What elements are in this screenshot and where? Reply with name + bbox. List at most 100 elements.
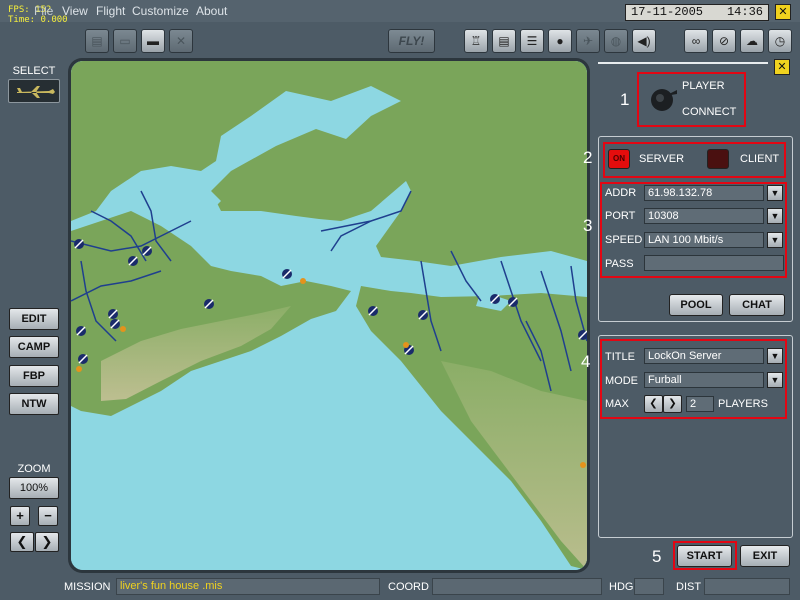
- dist-label: DIST: [676, 581, 702, 593]
- mode-field[interactable]: Furball: [644, 372, 764, 388]
- sound-button[interactable]: ◀): [632, 29, 656, 53]
- coord-label: COORD: [388, 581, 429, 593]
- binoculars-button[interactable]: ∞: [684, 29, 708, 53]
- chevron-down-icon: ▼: [770, 351, 780, 361]
- document-button[interactable]: ▤: [492, 29, 516, 53]
- arrow-right-icon: ❯: [41, 534, 53, 549]
- pass-field[interactable]: [644, 255, 784, 271]
- max-players-field[interactable]: 2: [686, 396, 714, 412]
- stop-icon: ⊘: [718, 34, 730, 48]
- addr-field[interactable]: 61.98.132.78: [644, 185, 764, 201]
- binoculars-icon: ∞: [691, 34, 701, 48]
- callout-2: 2: [583, 148, 593, 167]
- player-connect-switch[interactable]: [650, 86, 677, 112]
- zoom-label: ZOOM: [17, 463, 51, 475]
- sound-icon: ◀): [637, 34, 651, 48]
- new-file-icon: ▤: [91, 34, 103, 48]
- divider: [598, 62, 768, 64]
- open-mission-button[interactable]: ▭: [113, 29, 137, 53]
- open-folder-icon: ▭: [119, 34, 131, 48]
- arrow-right-icon: ❯: [668, 398, 677, 409]
- start-button[interactable]: START: [677, 545, 732, 567]
- new-mission-button[interactable]: ▤: [85, 29, 109, 53]
- aircraft-button[interactable]: ✈: [576, 29, 600, 53]
- zoom-in-button[interactable]: +: [10, 506, 30, 526]
- briefing-icon: ♖: [470, 34, 482, 48]
- fbp-button[interactable]: FBP: [9, 365, 59, 387]
- close-icon: ✕: [175, 34, 187, 48]
- menu-file[interactable]: File: [34, 4, 53, 18]
- callout-5: 5: [652, 547, 662, 566]
- close-panel-button[interactable]: ✕: [774, 59, 790, 75]
- port-field[interactable]: 10308: [644, 208, 764, 224]
- menu-bar: FPS: 152 Time: 0.000 File View Flight Cu…: [0, 0, 800, 25]
- mode-dropdown[interactable]: ▼: [767, 372, 783, 388]
- addr-dropdown[interactable]: ▼: [767, 185, 783, 201]
- callout-4: 4: [581, 352, 591, 371]
- server-toggle[interactable]: ON: [608, 149, 630, 169]
- zoom-value[interactable]: 100%: [9, 477, 59, 499]
- server-label: SERVER: [639, 153, 685, 165]
- speed-dropdown[interactable]: ▼: [767, 232, 783, 248]
- map-frame: [68, 58, 590, 573]
- save-mission-button[interactable]: ▬: [141, 29, 165, 53]
- dist-field: [704, 578, 790, 595]
- addr-label: ADDR: [605, 187, 637, 199]
- connect-label: CONNECT: [682, 106, 737, 118]
- mission-map[interactable]: [71, 61, 587, 570]
- time-button[interactable]: ◷: [768, 29, 792, 53]
- coord-field: [432, 578, 602, 595]
- arrow-left-icon: ❮: [16, 534, 28, 549]
- chevron-down-icon: ▼: [770, 188, 780, 198]
- aircraft-icon: [17, 86, 55, 98]
- camp-button[interactable]: CAMP: [9, 336, 59, 358]
- callout-3: 3: [583, 216, 593, 235]
- zoom-out-button[interactable]: −: [38, 506, 58, 526]
- chat-button[interactable]: CHAT: [729, 294, 785, 316]
- list-icon: ☰: [526, 34, 538, 48]
- arrow-left-icon: ❮: [649, 398, 658, 409]
- menu-view[interactable]: View: [62, 4, 88, 18]
- max-decrease-button[interactable]: ❮: [644, 395, 663, 413]
- time-text: 14:36: [726, 5, 763, 19]
- edit-button[interactable]: EDIT: [9, 308, 59, 330]
- pool-button[interactable]: POOL: [669, 294, 723, 316]
- stop-button[interactable]: ⊘: [712, 29, 736, 53]
- pilot-button[interactable]: ●: [548, 29, 572, 53]
- scroll-left-button[interactable]: ❮: [10, 532, 34, 552]
- plane-icon: ✈: [582, 34, 594, 48]
- menu-flight[interactable]: Flight: [96, 4, 125, 18]
- exit-button[interactable]: EXIT: [740, 545, 790, 567]
- fly-button[interactable]: FLY!: [388, 29, 435, 53]
- globe-button[interactable]: ◍: [604, 29, 628, 53]
- player-label: PLAYER: [682, 80, 725, 92]
- speed-field[interactable]: LAN 100 Mbit/s: [644, 232, 764, 248]
- list-button[interactable]: ☰: [520, 29, 544, 53]
- scroll-right-button[interactable]: ❯: [35, 532, 59, 552]
- globe-icon: ◍: [610, 34, 622, 48]
- title-field[interactable]: LockOn Server: [644, 348, 764, 364]
- client-toggle[interactable]: [707, 149, 729, 169]
- briefing-button[interactable]: ♖: [464, 29, 488, 53]
- menu-customize[interactable]: Customize: [132, 4, 189, 18]
- select-aircraft-button[interactable]: [8, 79, 60, 103]
- max-increase-button[interactable]: ❯: [663, 395, 682, 413]
- pass-label: PASS: [605, 258, 634, 270]
- mode-label: MODE: [605, 375, 638, 387]
- hdg-field: [634, 578, 664, 595]
- weather-button[interactable]: ☁: [740, 29, 764, 53]
- close-app-button[interactable]: ✕: [775, 4, 791, 20]
- clock-icon: ◷: [774, 34, 786, 48]
- title-dropdown[interactable]: ▼: [767, 348, 783, 364]
- chevron-down-icon: ▼: [770, 375, 780, 385]
- title-label: TITLE: [605, 351, 635, 363]
- client-label: CLIENT: [740, 153, 780, 165]
- close-mission-button[interactable]: ✕: [169, 29, 193, 53]
- head-icon: ●: [556, 34, 564, 48]
- port-dropdown[interactable]: ▼: [767, 208, 783, 224]
- date-time-display: 17-11-2005 14:36: [625, 4, 769, 21]
- menu-about[interactable]: About: [196, 4, 227, 18]
- ntw-button[interactable]: NTW: [9, 393, 59, 415]
- rotary-knob-icon: [651, 89, 677, 111]
- select-label: SELECT: [12, 65, 56, 77]
